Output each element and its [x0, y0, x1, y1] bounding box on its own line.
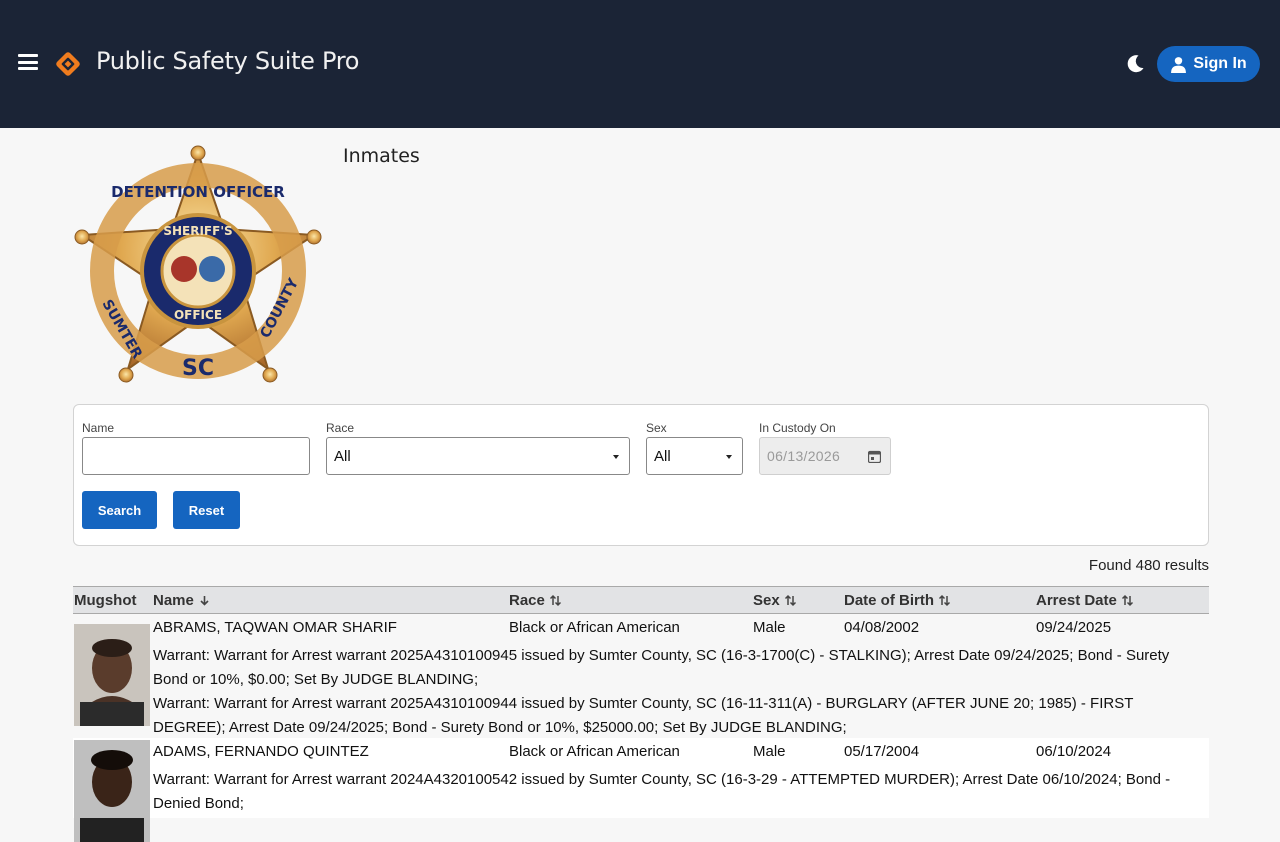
inmate-sex: Male [753, 619, 786, 636]
name-label: Name [82, 421, 115, 435]
inmate-sex: Male [753, 743, 786, 760]
top-bar: Public Safety Suite Pro Sign In [0, 0, 1280, 128]
search-button[interactable]: Search [82, 491, 157, 529]
svg-text:SC: SC [182, 356, 214, 381]
inmate-race: Black or African American [509, 619, 680, 636]
table-row[interactable]: ABRAMS, TAQWAN OMAR SHARIF Black or Afri… [73, 614, 1209, 738]
race-select[interactable]: All [326, 437, 630, 475]
inmate-dob: 05/17/2004 [844, 743, 920, 760]
sign-in-label: Sign In [1193, 55, 1247, 72]
mugshot-image[interactable] [74, 740, 150, 842]
filter-panel [73, 404, 1209, 546]
column-label: Date of Birth [844, 592, 934, 609]
inmate-race: Black or African American [509, 743, 680, 760]
race-label: Race [326, 421, 355, 435]
warrant-text: Warrant: Warrant for Arrest warrant 2025… [153, 647, 1170, 688]
sex-select[interactable]: All [646, 437, 743, 475]
warrant-list: Warrant: Warrant for Arrest warrant 2024… [153, 768, 1203, 816]
inmate-arrest-date: 06/10/2024 [1036, 743, 1112, 760]
sort-arrows-icon [1121, 594, 1133, 607]
svg-text:SHERIFF'S: SHERIFF'S [163, 224, 232, 238]
name-input[interactable] [82, 437, 310, 475]
custody-date-value: 06/13/2026 [767, 448, 841, 464]
app-title[interactable]: Public Safety Suite Pro [96, 47, 359, 75]
inmate-dob: 04/08/2002 [844, 619, 920, 636]
user-icon [1171, 56, 1187, 73]
sex-select-value: All [654, 447, 671, 465]
svg-text:OFFICE: OFFICE [174, 308, 222, 322]
column-header-arrest-date[interactable]: Arrest Date [1036, 592, 1134, 609]
column-label: Mugshot [74, 592, 137, 609]
column-header-dob[interactable]: Date of Birth [844, 592, 951, 609]
diamond-logo-icon [56, 52, 80, 76]
warrant-text: Warrant: Warrant for Arrest warrant 2024… [153, 771, 1171, 812]
column-header-name[interactable]: Name [153, 592, 211, 609]
page-title: Inmates [343, 145, 420, 167]
column-label: Name [153, 592, 194, 609]
sign-in-button[interactable]: Sign In [1157, 46, 1260, 82]
table-header: Mugshot Name Race Sex Date of Birth Arre… [73, 586, 1209, 614]
table-row[interactable]: ADAMS, FERNANDO QUINTEZ Black or African… [73, 738, 1209, 842]
column-header-sex[interactable]: Sex [753, 592, 797, 609]
inmate-name[interactable]: ABRAMS, TAQWAN OMAR SHARIF [153, 619, 397, 636]
inmates-table: Mugshot Name Race Sex Date of Birth Arre… [73, 586, 1209, 842]
svg-text:DETENTION OFFICER: DETENTION OFFICER [111, 183, 285, 201]
column-label: Sex [753, 592, 780, 609]
hamburger-icon[interactable] [18, 54, 38, 70]
race-select-value: All [334, 447, 351, 465]
column-label: Race [509, 592, 545, 609]
arrow-down-icon [200, 596, 209, 606]
sort-arrows-icon [938, 594, 951, 607]
calendar-icon[interactable] [868, 450, 881, 463]
warrant-text: Warrant: Warrant for Arrest warrant 2025… [153, 695, 1134, 736]
column-header-race[interactable]: Race [509, 592, 562, 609]
inmate-name[interactable]: ADAMS, FERNANDO QUINTEZ [153, 743, 369, 760]
inmate-arrest-date: 09/24/2025 [1036, 619, 1112, 636]
warrant-list: Warrant: Warrant for Arrest warrant 2025… [153, 644, 1203, 740]
sort-arrows-icon [784, 594, 796, 607]
results-count: Found 480 results [1088, 557, 1209, 574]
reset-button[interactable]: Reset [173, 491, 240, 529]
sex-label: Sex [646, 421, 667, 435]
column-label: Arrest Date [1036, 592, 1117, 609]
sheriff-badge-logo: DETENTION OFFICER SC SUMTER COUNTY SHERI… [74, 145, 322, 383]
column-header-mugshot: Mugshot [74, 592, 136, 609]
custody-date-label: In Custody On [759, 421, 836, 435]
sort-arrows-icon [549, 594, 561, 607]
moon-icon[interactable] [1124, 53, 1146, 75]
custody-date-input[interactable]: 06/13/2026 [759, 437, 891, 475]
mugshot-image[interactable] [74, 624, 150, 726]
